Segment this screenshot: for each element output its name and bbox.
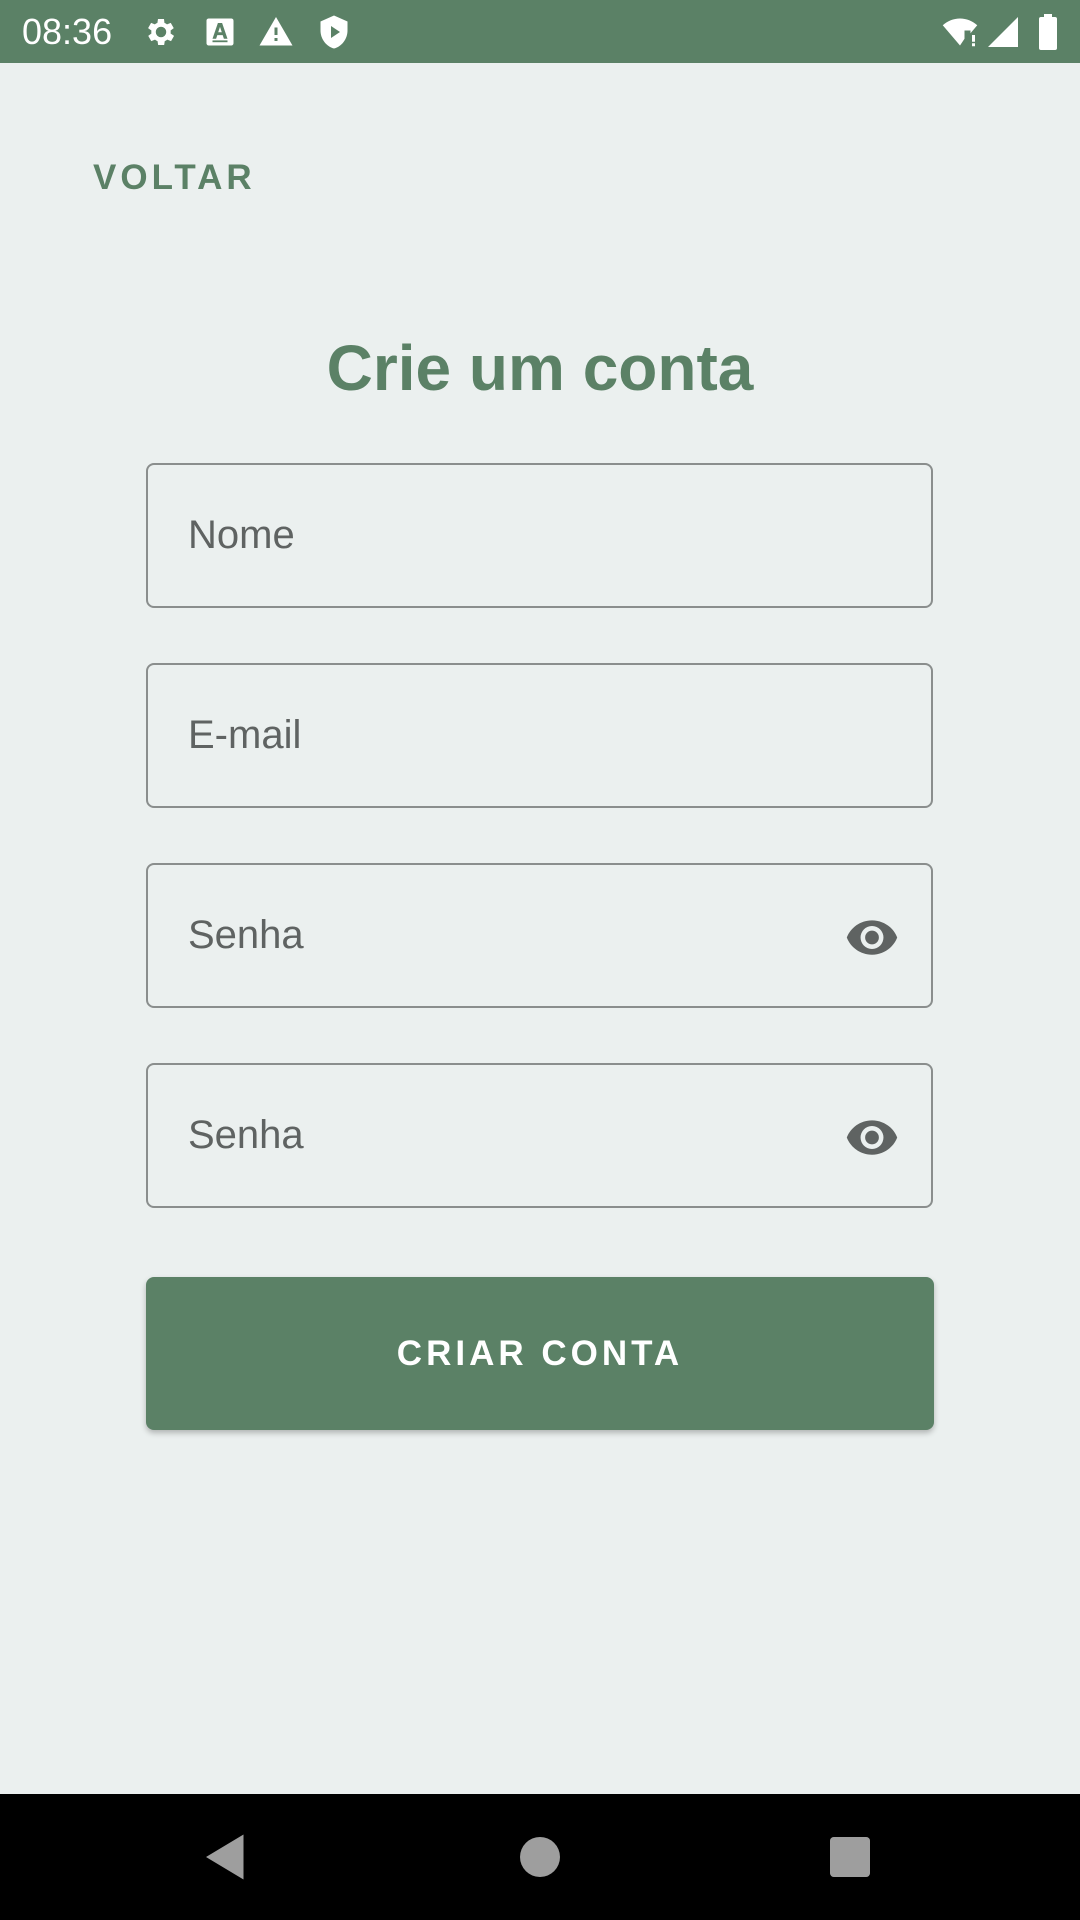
wifi-alert-icon — [942, 14, 978, 50]
page-title: Crie um conta — [326, 332, 754, 404]
battery-icon — [1033, 14, 1063, 50]
confirm-password-field[interactable] — [146, 1063, 933, 1208]
warning-icon — [258, 14, 294, 50]
name-input[interactable] — [188, 465, 828, 606]
password-input[interactable] — [188, 865, 828, 1006]
gear-icon — [143, 14, 179, 50]
back-button[interactable]: VOLTAR — [93, 158, 256, 198]
eye-icon[interactable] — [843, 1110, 901, 1165]
create-account-button[interactable]: CRIAR CONTA — [146, 1277, 934, 1430]
back-triangle-icon[interactable] — [196, 1827, 256, 1887]
email-input[interactable] — [188, 665, 828, 806]
cell-signal-icon — [985, 14, 1021, 50]
recents-square-icon[interactable] — [820, 1827, 880, 1887]
name-field[interactable] — [146, 463, 933, 608]
status-time: 08:36 — [22, 11, 113, 52]
shield-play-icon — [316, 14, 352, 50]
home-circle-icon[interactable] — [510, 1827, 570, 1887]
font-a-icon — [202, 14, 238, 50]
confirm-password-input[interactable] — [188, 1065, 828, 1206]
navigation-bar — [0, 1794, 1080, 1920]
eye-icon[interactable] — [843, 910, 901, 965]
password-field[interactable] — [146, 863, 933, 1008]
status-bar: 08:36 — [0, 0, 1080, 63]
email-field[interactable] — [146, 663, 933, 808]
